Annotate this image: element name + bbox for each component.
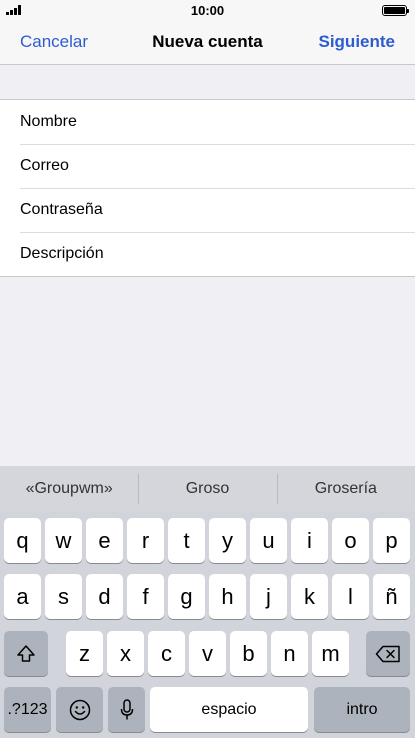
suggestion-item[interactable]: Groso xyxy=(138,473,276,504)
key-s[interactable]: s xyxy=(45,574,82,619)
return-key[interactable]: intro xyxy=(314,687,410,732)
key-r[interactable]: r xyxy=(127,518,164,563)
key-i[interactable]: i xyxy=(291,518,328,563)
numbers-key[interactable]: .?123 xyxy=(4,687,51,732)
account-form xyxy=(0,99,415,277)
description-field[interactable] xyxy=(20,232,400,276)
key-n[interactable]: n xyxy=(271,631,308,676)
key-h[interactable]: h xyxy=(209,574,246,619)
key-v[interactable]: v xyxy=(189,631,226,676)
key-n-tilde[interactable]: ñ xyxy=(373,574,410,619)
key-e[interactable]: e xyxy=(86,518,123,563)
next-button[interactable]: Siguiente xyxy=(318,32,395,52)
key-w[interactable]: w xyxy=(45,518,82,563)
form-row-name xyxy=(0,100,415,144)
suggestion-item[interactable]: Grosería xyxy=(276,473,415,504)
shift-key[interactable] xyxy=(4,631,48,676)
keyboard: «Groupwm» Groso Grosería q w e r t y u i… xyxy=(0,466,415,738)
status-time: 10:00 xyxy=(190,3,225,18)
key-p[interactable]: p xyxy=(373,518,410,563)
key-m[interactable]: m xyxy=(312,631,349,676)
status-bar: 10:00 xyxy=(0,0,415,20)
shift-icon xyxy=(17,644,35,662)
battery-icon xyxy=(382,5,409,16)
form-row-email xyxy=(0,144,415,188)
key-g[interactable]: g xyxy=(168,574,205,619)
key-q[interactable]: q xyxy=(4,518,41,563)
key-z[interactable]: z xyxy=(66,631,103,676)
key-f[interactable]: f xyxy=(127,574,164,619)
navigation-bar: Cancelar Nueva cuenta Siguiente xyxy=(0,20,415,65)
delete-key[interactable] xyxy=(366,631,410,676)
backspace-icon xyxy=(375,645,400,662)
form-row-password xyxy=(0,188,415,232)
form-row-description xyxy=(0,232,415,276)
password-field[interactable] xyxy=(20,188,400,232)
key-t[interactable]: t xyxy=(168,518,205,563)
microphone-key[interactable] xyxy=(108,687,145,732)
email-field[interactable] xyxy=(20,144,400,188)
key-a[interactable]: a xyxy=(4,574,41,619)
emoji-key[interactable] xyxy=(56,687,103,732)
key-x[interactable]: x xyxy=(107,631,144,676)
key-u[interactable]: u xyxy=(250,518,287,563)
suggestion-item[interactable]: «Groupwm» xyxy=(0,480,138,498)
microphone-icon xyxy=(120,698,133,719)
key-o[interactable]: o xyxy=(332,518,369,563)
suggestion-bar: «Groupwm» Groso Grosería xyxy=(0,466,415,511)
key-b[interactable]: b xyxy=(230,631,267,676)
space-key[interactable]: espacio xyxy=(150,687,308,732)
key-j[interactable]: j xyxy=(250,574,287,619)
name-field[interactable] xyxy=(20,100,400,144)
key-y[interactable]: y xyxy=(209,518,246,563)
key-d[interactable]: d xyxy=(86,574,123,619)
key-l[interactable]: l xyxy=(332,574,369,619)
battery-level-fill xyxy=(384,7,405,14)
key-k[interactable]: k xyxy=(291,574,328,619)
key-c[interactable]: c xyxy=(148,631,185,676)
emoji-icon xyxy=(69,699,90,720)
